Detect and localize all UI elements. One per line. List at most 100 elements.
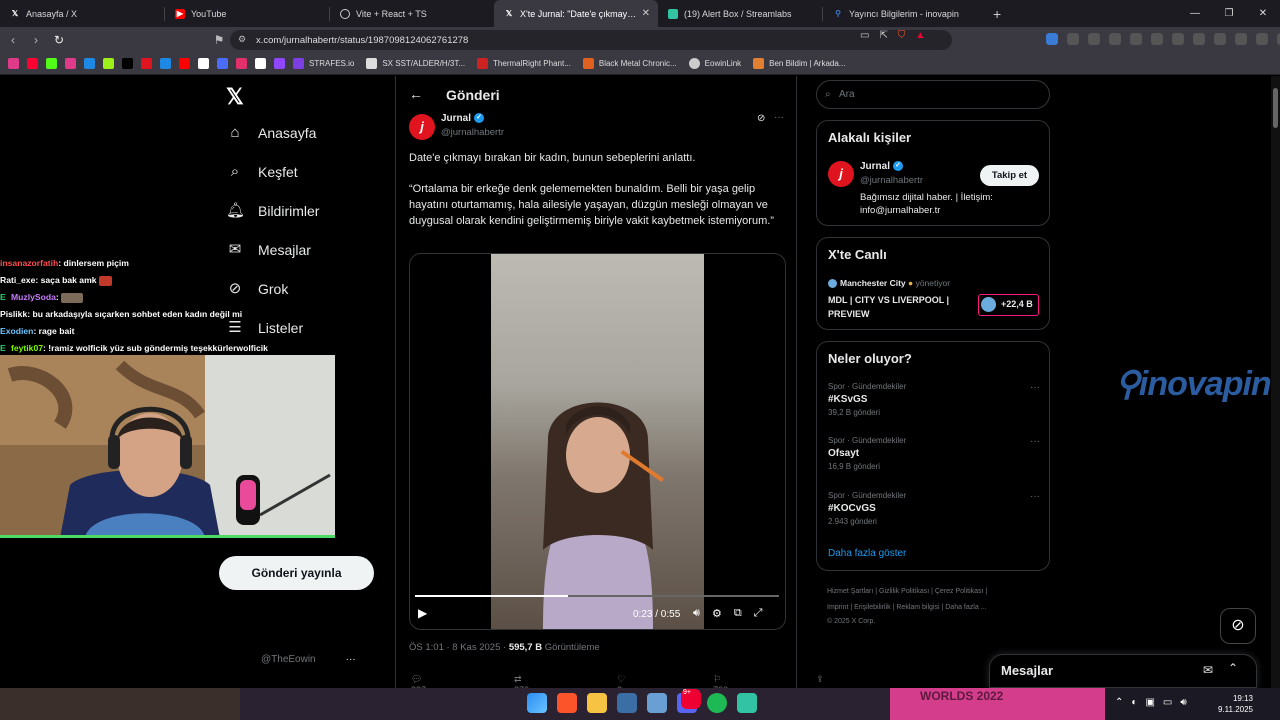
reload-icon[interactable]: ↻ [49,33,69,47]
extension-icon[interactable] [1088,33,1100,45]
author-avatar[interactable]: j [409,114,435,140]
bookmark-icon[interactable] [46,58,57,69]
repost-button[interactable]: ⇄ 270 [514,674,573,688]
trend-item[interactable]: Spor · Gündemdekiler #KSvGS 39,2 B gönde… [828,382,1040,417]
bookmark-button[interactable]: ⚐ 700 [713,674,772,688]
bookmark-icon[interactable] [160,58,171,69]
extension-icon[interactable] [1151,33,1163,45]
extension-icon[interactable] [1235,33,1247,45]
tab-streamlabs[interactable]: (19) Alert Box / Streamlabs [658,0,822,27]
chevron-up-icon[interactable]: ⌃ [1115,697,1123,708]
clock[interactable]: 19:13 9.11.2025 [1215,693,1253,715]
site-info-icon[interactable]: ⚙ [238,34,246,45]
bookmark-black-metal[interactable]: Black Metal Chronic... [582,58,677,69]
app-icon[interactable] [737,693,757,713]
author-handle[interactable]: @jurnalhabertr [441,127,504,138]
tab-youtube[interactable]: ▶ YouTube [165,0,329,27]
share-icon[interactable]: ⇱ [879,30,887,41]
expand-icon[interactable]: ⌃ [1228,661,1238,675]
live-host[interactable]: Manchester City ● yönetiyor [828,278,950,289]
new-tab-button[interactable]: + [993,6,1001,22]
bookmark-icon[interactable] [198,58,209,69]
scrollbar-thumb[interactable] [1273,88,1278,128]
bookmark-icon[interactable] [255,58,266,69]
trend-item[interactable]: Spor · Gündemdekiler #KOCvGS 2.943 gönde… [828,491,1040,526]
more-icon[interactable]: ··· [1030,491,1040,502]
bookmark-icon[interactable] [27,58,38,69]
bookmark-icon[interactable] [141,58,152,69]
restore-icon[interactable]: ❐ [1212,0,1246,27]
extension-icon[interactable] [1130,33,1142,45]
start-icon[interactable] [527,693,547,713]
bookmark-icon[interactable] [8,58,19,69]
post-button[interactable]: Gönderi yayınla [219,556,374,590]
bookmark-eowinlink[interactable]: EowinLink [688,58,741,69]
bookmark-icon[interactable] [122,58,133,69]
volume-icon[interactable]: 🔊︎ [693,607,700,620]
close-window-icon[interactable]: ✕ [1246,0,1280,27]
spotify-icon[interactable] [707,693,727,713]
app-icon[interactable] [647,693,667,713]
brave-shields-icon[interactable]: ⛉ [898,30,906,41]
messages-drawer[interactable]: Mesajlar ✉ ⌃ [989,654,1257,688]
footer-line[interactable]: Hizmet Şartları | Gizlilik Politikası | … [827,584,1047,600]
more-icon[interactable]: ··· [1030,382,1040,393]
footer-line[interactable]: Imprint | Erişilebilirlik | Reklam bilgi… [827,600,1047,616]
close-tab-icon[interactable]: ✕ [642,8,650,19]
volume-icon[interactable]: 🔊︎ [1180,697,1186,708]
app-tray-icon[interactable]: ◐ [1131,697,1137,708]
bookmark-icon[interactable] [274,58,285,69]
bookmark-thermalright[interactable]: ThermalRight Phant... [477,58,571,69]
extension-icon[interactable] [1256,33,1268,45]
author-name[interactable]: Jurnal ✓ [441,113,485,124]
address-bar[interactable]: ⚙ x.com/jurnalhabertr/status/19870981240… [230,30,952,50]
tab-jurnal-post[interactable]: 𝕏X'te Jurnal: "Date'e çıkmayı bırak✕ [494,0,658,27]
nav-explore[interactable]: ⌕ Keşfet [226,163,298,181]
play-icon[interactable]: ▶ [418,606,427,620]
bookmark-page-icon[interactable]: ⚑ [209,33,229,47]
search-input[interactable]: ⌕ Ara [816,80,1050,109]
compose-message-icon[interactable]: ✉ [1203,663,1213,677]
back-arrow-icon[interactable]: ← [409,86,423,102]
app-tray-icon[interactable]: ▣ [1145,697,1154,708]
live-event-title[interactable]: MDL | CITY VS LIVERPOOL | PREVIEW [828,294,968,321]
related-name[interactable]: Jurnal ✓ [860,161,904,172]
minimize-icon[interactable]: — [1178,0,1212,27]
nav-notifications[interactable]: 🔔︎ Bildirimler [226,202,319,220]
grok-button[interactable]: ⊘ [1220,608,1256,644]
pip-icon[interactable]: ⧉ [734,607,742,620]
live-listeners[interactable]: +22,4 B [978,294,1039,316]
folder-icon[interactable] [587,693,607,713]
video-player[interactable]: ▶ 0:23 / 0:55 🔊︎ ⚙ ⧉ ⤢ [409,253,786,630]
bookmark-icon[interactable] [179,58,190,69]
extension-icon[interactable] [1214,33,1226,45]
profile-switcher[interactable]: @TheEowin ··· [228,654,356,665]
show-more-link[interactable]: Daha fazla göster [828,548,906,559]
extension-icon[interactable] [1067,33,1079,45]
trend-item[interactable]: Spor · Gündemdekiler Ofsayt 16,9 B gönde… [828,436,1040,471]
app-icon[interactable] [617,693,637,713]
extension-icon[interactable] [1193,33,1205,45]
scrollbar[interactable] [1271,76,1280,688]
bookmark-icon[interactable] [84,58,95,69]
more-icon[interactable]: ··· [774,112,784,123]
cast-icon[interactable]: ▭ [860,30,869,41]
like-button[interactable]: ♡ 3 B [617,674,669,688]
extension-icon[interactable] [1172,33,1184,45]
discord-icon[interactable]: 9+ [677,689,701,713]
more-icon[interactable]: ··· [1030,436,1040,447]
bookmark-ben-bildim[interactable]: Ben Bildim | Arkada... [753,58,845,69]
brave-rewards-icon[interactable]: ▲ [915,30,925,41]
tab-vite[interactable]: Vite + React + TS [330,0,494,27]
forward-icon[interactable]: › [26,33,46,47]
bookmark-icon[interactable] [65,58,76,69]
nav-home[interactable]: ⌂ Anasayfa [226,124,316,142]
extension-icon[interactable] [1046,33,1058,45]
tab-inovapin[interactable]: ⚲ Yayıncı Bilgilerim - inovapin [823,0,987,27]
bookmark-icon[interactable] [236,58,247,69]
network-icon[interactable]: ▭ [1163,697,1172,708]
video-progress-bar[interactable] [415,595,779,597]
back-icon[interactable]: ‹ [3,33,23,47]
x-logo-icon[interactable]: 𝕏 [226,84,244,110]
related-avatar[interactable]: j [828,161,854,187]
